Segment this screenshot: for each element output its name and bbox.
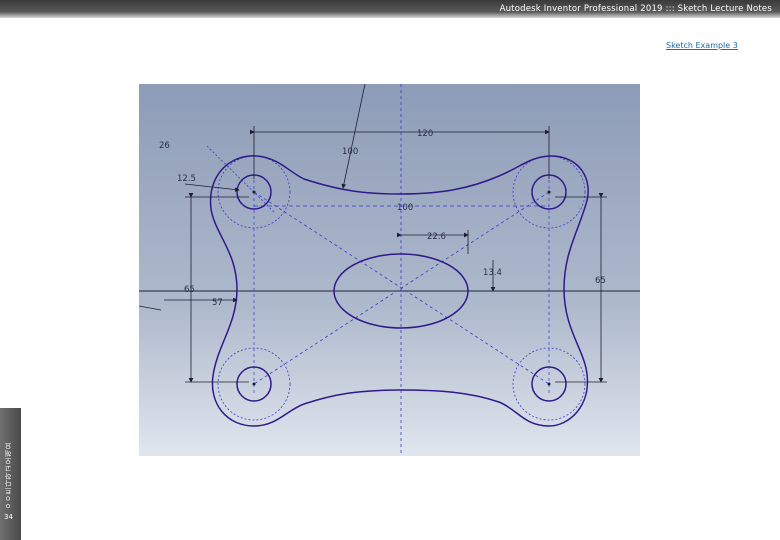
dimension-label: 26 — [159, 141, 170, 151]
dimension-label: 100 — [342, 147, 358, 157]
sketch-canvas: 26 12.5 120 100 100 22.6 13.4 65 65 57 — [139, 84, 640, 456]
sidebar-label: ㅇㅇ트다하고오해요 — [4, 442, 12, 510]
sketch-screenshot: 26 12.5 120 100 100 22.6 13.4 65 65 57 — [139, 84, 640, 456]
dimension-label: 65 — [184, 285, 195, 295]
dimension-label: 65 — [595, 276, 606, 286]
dimension-label: 100 — [397, 203, 413, 213]
section-title-link[interactable]: Sketch Example 3 — [666, 41, 738, 50]
dimension-label: 120 — [417, 129, 433, 139]
dimension-label: 57 — [212, 298, 223, 308]
dimension-label: 22.6 — [427, 232, 446, 242]
dimension-label: 12.5 — [177, 174, 196, 184]
document-title: Autodesk Inventor Professional 2019 ::: … — [499, 4, 772, 14]
page-number: 34 — [4, 513, 13, 521]
dimension-label: 13.4 — [483, 268, 502, 278]
